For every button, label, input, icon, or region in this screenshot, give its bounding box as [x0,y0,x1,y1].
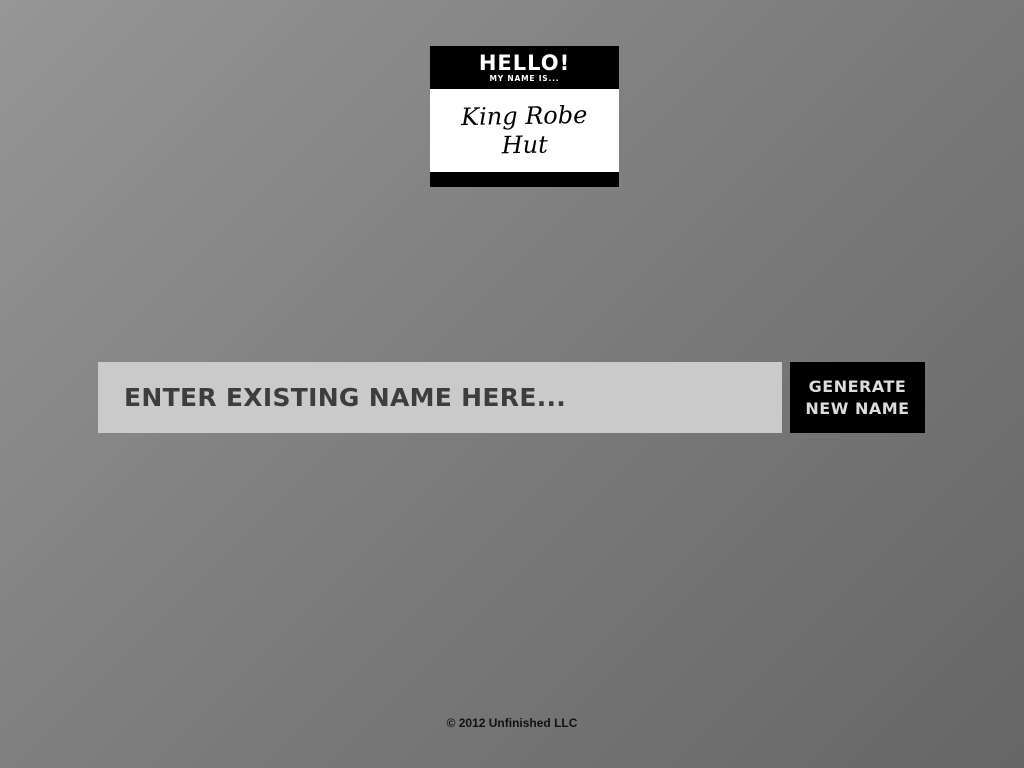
name-input-container [98,362,782,433]
copyright-footer: © 2012 Unfinished LLC [446,716,578,730]
existing-name-input[interactable] [98,362,782,433]
generate-button-line2: NEW NAME [805,398,910,418]
generate-button-line1: GENERATE [808,376,907,396]
generate-new-name-button[interactable]: GENERATE NEW NAME [790,362,925,433]
my-name-is-label: MY NAME IS... [489,74,560,83]
name-tag: HELLO! MY NAME IS... King Robe Hut [430,46,619,187]
name-tag-body: King Robe Hut [430,89,619,172]
generated-name: King Robe Hut [460,100,588,159]
name-tag-header: HELLO! MY NAME IS... [430,46,619,89]
hello-heading: HELLO! [478,51,571,75]
